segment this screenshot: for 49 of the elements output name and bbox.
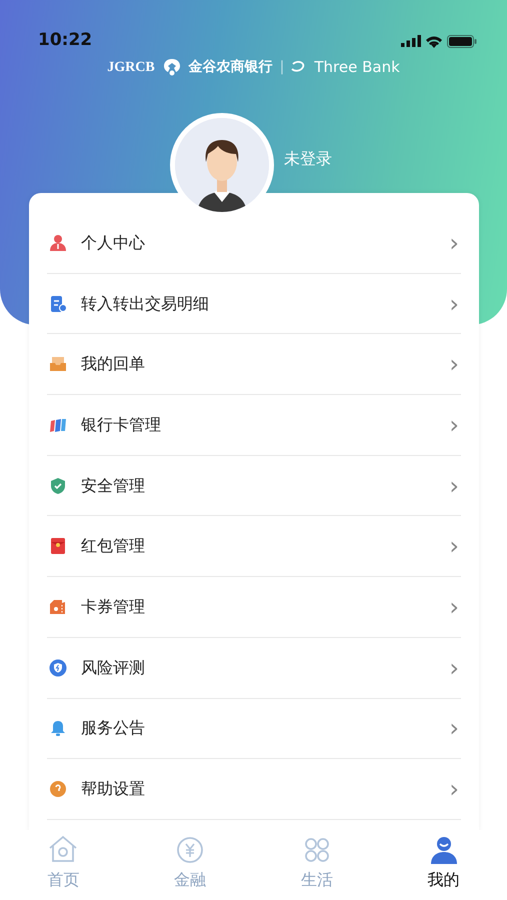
- chevron-icon: ›: [449, 230, 461, 255]
- menu-item[interactable]: 银行卡管理 ›: [47, 395, 461, 456]
- menu-item[interactable]: 风险评测 ›: [47, 638, 461, 698]
- envelope-icon: [49, 537, 67, 556]
- menu-label: 个人中心: [81, 232, 146, 254]
- chevron-icon: ›: [449, 716, 461, 740]
- tray-icon: [49, 355, 67, 374]
- chevron-icon: ›: [449, 292, 461, 316]
- menu-label: 风险评测: [81, 656, 146, 679]
- bell-icon: [49, 719, 67, 738]
- menu-item[interactable]: 我的回单 ›: [47, 334, 461, 396]
- document-icon: [49, 294, 67, 313]
- menu-item[interactable]: 安全管理 ›: [47, 456, 461, 516]
- chevron-icon: ›: [449, 594, 461, 619]
- chevron-icon: ›: [449, 352, 461, 376]
- menu-item[interactable]: 卡券管理 ›: [47, 577, 461, 638]
- partner-name: Three Bank: [314, 57, 400, 78]
- shield-icon: [49, 476, 67, 495]
- bank-code: JGRCB: [107, 58, 155, 77]
- menu-item[interactable]: 红包管理 ›: [47, 516, 461, 578]
- menu-label: 安全管理: [81, 474, 146, 497]
- menu-label: 红包管理: [81, 535, 146, 558]
- menu-item[interactable]: 帮助设置 ›: [47, 759, 461, 820]
- menu-label: 卡券管理: [81, 596, 146, 618]
- help-icon: [49, 780, 67, 798]
- bank-logo-icon: [162, 58, 182, 76]
- shield-badge-icon: [49, 658, 67, 677]
- chevron-icon: ›: [449, 412, 461, 437]
- tab[interactable]: 我的: [380, 830, 507, 900]
- menu-label: 帮助设置: [81, 778, 146, 800]
- login-status: 未登录: [284, 148, 332, 170]
- person-icon: [49, 234, 67, 252]
- chevron-icon: ›: [449, 534, 461, 558]
- ticket-icon: [49, 598, 67, 616]
- battery-icon: [447, 34, 477, 48]
- menu-label: 我的回单: [81, 353, 146, 376]
- menu-item[interactable]: 服务公告 ›: [47, 698, 461, 760]
- menu-label: 转入转出交易明细: [81, 292, 210, 315]
- status-time: 10:22: [38, 29, 92, 52]
- menu-label: 服务公告: [81, 717, 146, 740]
- menu-item[interactable]: 转入转出交易明细 ›: [47, 274, 461, 334]
- chevron-icon: ›: [449, 474, 461, 498]
- bank-name: 金谷农商银行: [188, 58, 273, 77]
- wifi-icon: [425, 34, 443, 48]
- chevron-icon: ›: [449, 777, 461, 802]
- signal-icon: [401, 35, 421, 47]
- chevron-icon: ›: [449, 656, 461, 680]
- menu-label: 银行卡管理: [81, 414, 162, 436]
- brand-separator: |: [280, 58, 284, 77]
